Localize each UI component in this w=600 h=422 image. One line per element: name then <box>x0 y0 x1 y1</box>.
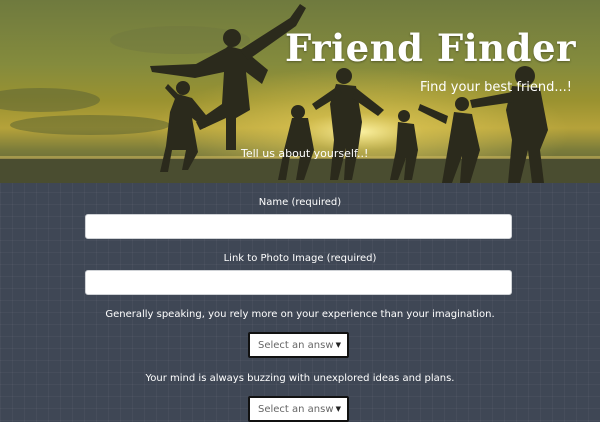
photo-link-label: Link to Photo Image (required) <box>223 253 377 264</box>
photo-link-input[interactable] <box>85 270 512 295</box>
name-input[interactable] <box>85 214 512 239</box>
chevron-down-icon: ▼ <box>335 405 341 413</box>
question-2-label: Your mind is always buzzing with unexplo… <box>145 373 455 384</box>
question-1-selected-value: Select an answer <box>258 339 334 351</box>
question-1-label: Generally speaking, you rely more on you… <box>105 309 495 320</box>
question-1-select[interactable]: Select an answer ▼ <box>248 332 349 358</box>
hero-banner: Friend Finder Find your best friend...! … <box>0 0 600 183</box>
name-label: Name (required) <box>258 197 342 208</box>
chevron-down-icon: ▼ <box>335 341 341 349</box>
form-intro-text: Tell us about yourself..! <box>241 147 369 160</box>
question-2-selected-value: Select an answer <box>258 403 334 415</box>
question-2-select[interactable]: Select an answer ▼ <box>248 396 349 422</box>
app-subtitle: Find your best friend...! <box>419 80 572 95</box>
app-title: Friend Finder <box>285 26 576 70</box>
